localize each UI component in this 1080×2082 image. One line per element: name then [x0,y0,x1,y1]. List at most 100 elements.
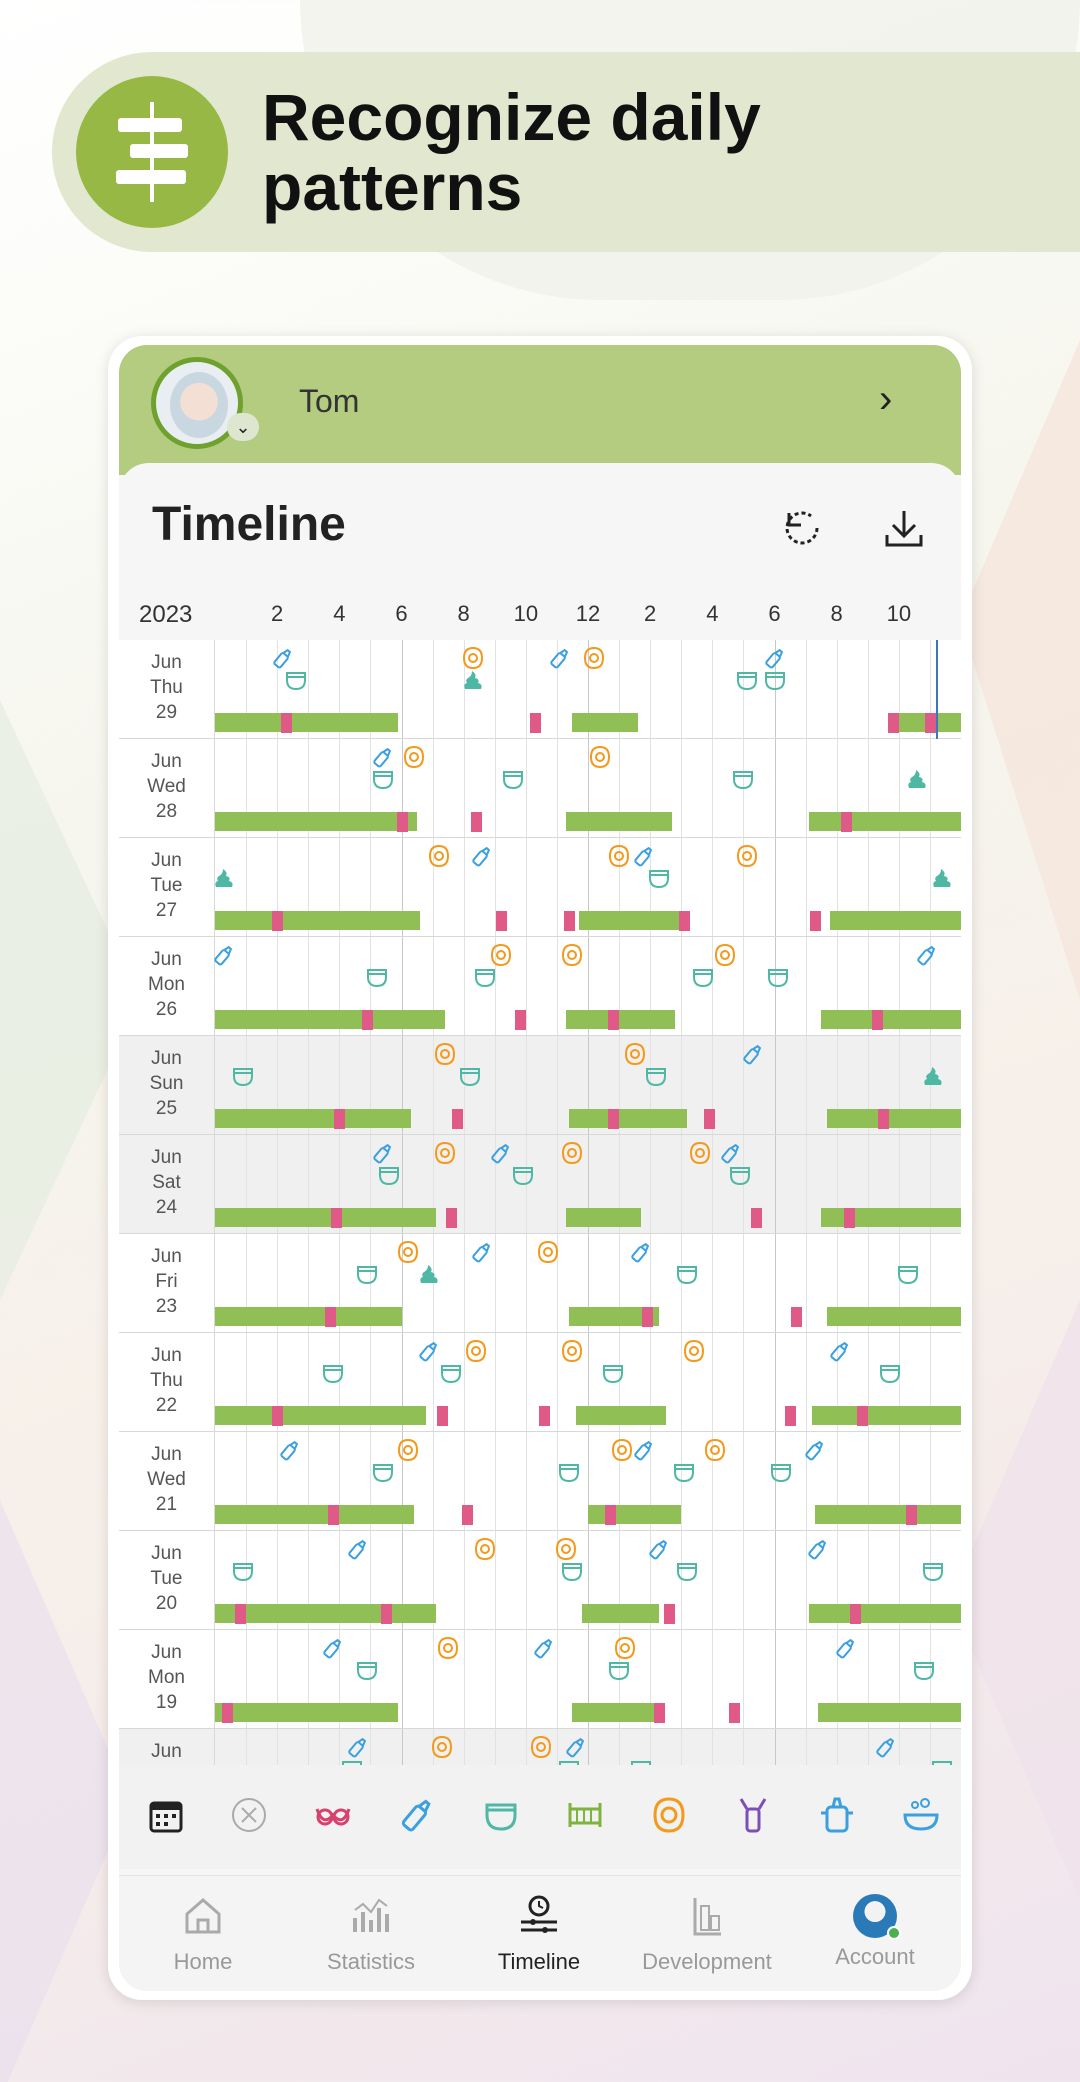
bottle-icon[interactable] [212,943,236,967]
refresh-icon[interactable] [777,503,827,553]
food-icon[interactable] [588,745,612,769]
diaper-icon[interactable] [921,1559,945,1583]
wake-marker[interactable] [750,1208,762,1228]
diaper-icon[interactable] [878,1361,902,1385]
timeline-day-row[interactable]: Jun Thu 22 [119,1333,961,1432]
food-icon[interactable] [427,844,451,868]
sleep-bar[interactable] [215,1208,436,1227]
bottle-icon[interactable] [803,1438,827,1462]
diaper-icon[interactable] [647,866,671,890]
clear-icon[interactable] [229,1795,269,1835]
food-icon[interactable] [610,1438,634,1462]
diaper-icon[interactable] [607,1658,631,1682]
timeline-day-row[interactable]: Jun Sat 24 [119,1135,961,1234]
diaper-icon[interactable] [231,1064,255,1088]
timeline-day-row[interactable]: Jun Tue 20 [119,1531,961,1630]
bottle-icon[interactable] [834,1636,858,1660]
wake-marker[interactable] [663,1604,675,1624]
diaper-icon[interactable] [458,1064,482,1088]
sleep-bar[interactable] [215,1406,427,1425]
diaper-icon[interactable] [735,668,759,692]
diaper-icon[interactable] [284,668,308,692]
bottle-icon[interactable] [874,1735,898,1759]
food-icon[interactable] [582,646,606,670]
food-icon[interactable] [560,943,584,967]
diaper-icon[interactable] [371,767,395,791]
sleep-bar[interactable] [572,1703,657,1722]
sleep-bar[interactable] [215,1307,402,1326]
bottle-icon[interactable] [632,1438,656,1462]
wake-marker[interactable] [446,1208,458,1228]
poop-icon[interactable] [921,1064,945,1088]
diaper-icon[interactable] [340,1757,364,1765]
bottle-icon[interactable] [647,1537,671,1561]
bottle-icon[interactable] [470,844,494,868]
wake-marker[interactable] [234,1604,246,1624]
wake-marker[interactable] [844,1208,856,1228]
bottle-icon[interactable] [371,1141,395,1165]
sleep-bar[interactable] [581,1604,660,1623]
timeline-day-row[interactable]: Jun Mon 26 [119,937,961,1036]
diaper-icon[interactable] [930,1757,954,1765]
sleep-bar[interactable] [588,1505,682,1524]
wake-marker[interactable] [872,1010,884,1030]
bottle-icon[interactable] [629,1240,653,1264]
wake-marker[interactable] [887,713,899,733]
diaper-icon[interactable] [501,767,525,791]
bottle-icon[interactable] [321,1636,345,1660]
wake-marker[interactable] [380,1604,392,1624]
diaper-icon[interactable] [355,1658,379,1682]
timeline-day-row[interactable]: Jun Sun 25 [119,1036,961,1135]
sleep-bar[interactable] [821,1010,961,1029]
wake-marker[interactable] [471,812,483,832]
wake-marker[interactable] [604,1505,616,1525]
timeline-day-row[interactable]: Jun Tue 27 [119,838,961,937]
bottle-icon[interactable] [719,1141,743,1165]
sleep-bar[interactable] [811,1406,961,1425]
wake-marker[interactable] [328,1505,340,1525]
food-icon[interactable] [536,1240,560,1264]
food-icon[interactable] [713,943,737,967]
diaper-icon[interactable] [377,1163,401,1187]
wake-marker[interactable] [564,911,576,931]
sleep-bar[interactable] [572,713,638,732]
nav-development[interactable]: Development [623,1894,791,1975]
food-icon[interactable] [554,1537,578,1561]
food-icon[interactable] [402,745,426,769]
wake-marker[interactable] [785,1406,797,1426]
diaper-icon[interactable] [473,965,497,989]
bottle-icon[interactable] [632,844,656,868]
bottle-icon[interactable] [346,1537,370,1561]
wake-marker[interactable] [840,812,852,832]
food-icon[interactable] [607,844,631,868]
food-icon[interactable] [688,1141,712,1165]
sleep-bar[interactable] [569,1109,688,1128]
food-icon[interactable] [529,1735,553,1759]
sleep-bar[interactable] [566,1208,641,1227]
wake-marker[interactable] [878,1109,890,1129]
sleep-bar[interactable] [814,1505,961,1524]
bottle-icon[interactable] [489,1141,513,1165]
nav-account[interactable]: Account [791,1894,959,1970]
sleep-bar[interactable] [215,911,421,930]
sleep-bar[interactable] [830,911,961,930]
food-icon[interactable] [396,1438,420,1462]
sleep-bar[interactable] [575,1406,666,1425]
calendar-icon[interactable] [146,1795,186,1835]
diaper-icon[interactable] [763,668,787,692]
bottle-icon[interactable] [564,1735,588,1759]
bottle-icon[interactable] [828,1339,852,1363]
wake-marker[interactable] [607,1109,619,1129]
sippy-cup-icon[interactable] [817,1795,857,1835]
diaper-icon[interactable] [731,767,755,791]
wake-marker[interactable] [281,713,293,733]
diaper-icon[interactable] [511,1163,535,1187]
wake-marker[interactable] [924,713,936,733]
nursing-icon[interactable] [313,1795,353,1835]
wake-marker[interactable] [334,1109,346,1129]
food-icon[interactable] [703,1438,727,1462]
poop-icon[interactable] [930,866,954,890]
wake-marker[interactable] [396,812,408,832]
diaper-icon[interactable] [355,1262,379,1286]
timeline-day-row[interactable]: Jun Mon 19 [119,1630,961,1729]
